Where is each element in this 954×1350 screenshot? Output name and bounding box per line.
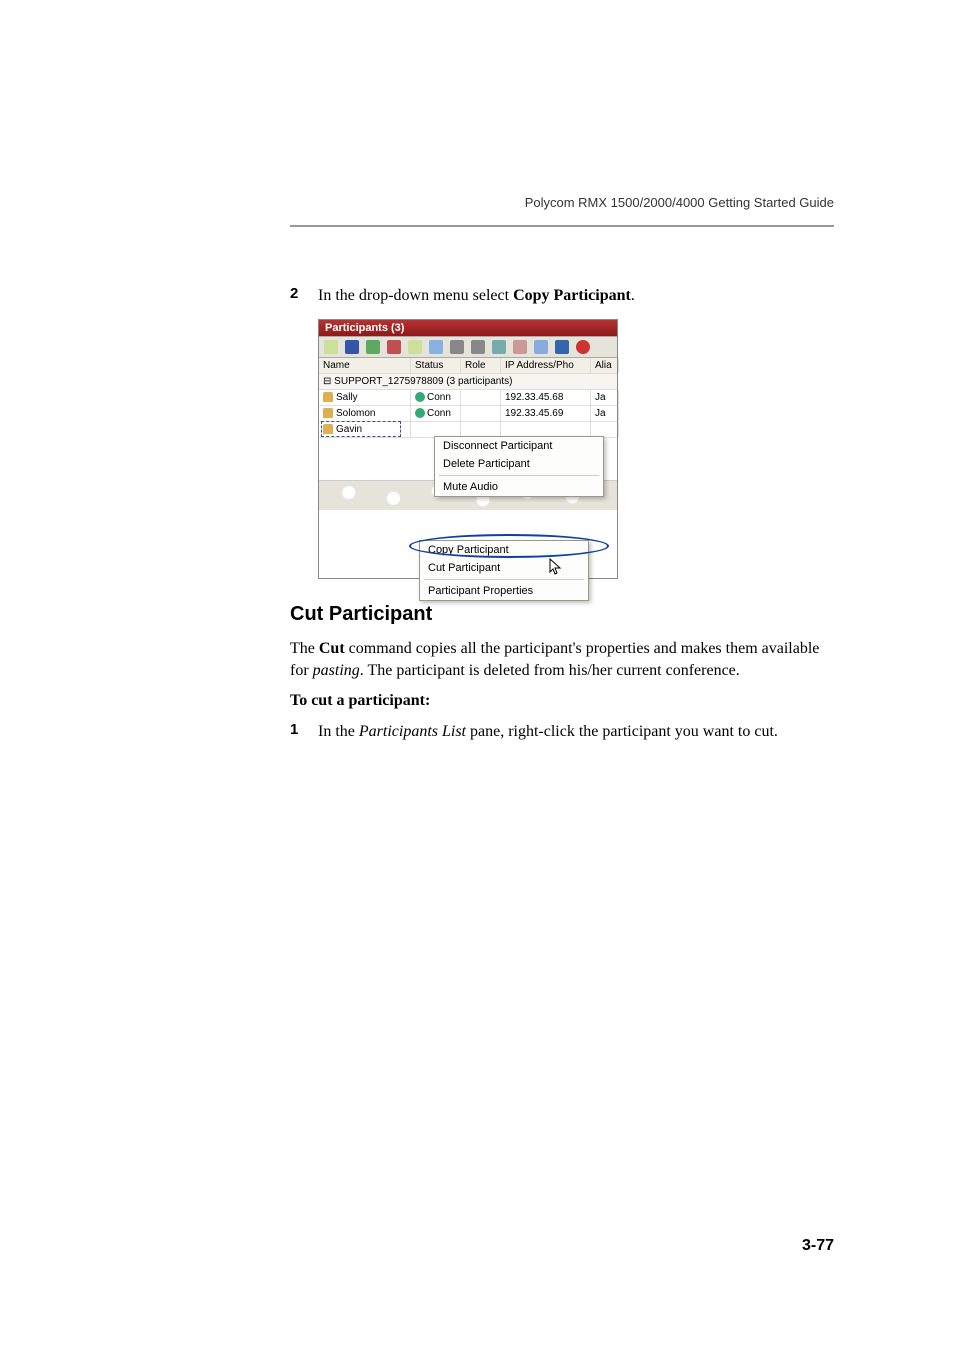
step-text-bold: Copy Participant bbox=[513, 287, 631, 304]
table-row: Sally Conn 192.33.45.68 Ja bbox=[319, 390, 617, 406]
layout-icon bbox=[555, 340, 569, 354]
col-alias: Alia bbox=[591, 358, 619, 373]
header-rule bbox=[290, 225, 834, 227]
mic-icon bbox=[534, 340, 548, 354]
connect-icon bbox=[366, 340, 380, 354]
menu-participant-properties[interactable]: Participant Properties bbox=[420, 582, 588, 600]
p1-bold: Cut bbox=[319, 640, 345, 657]
p1-post: . The participant is deleted from his/he… bbox=[360, 662, 740, 679]
row-status bbox=[411, 422, 461, 437]
row-name: Sally bbox=[336, 392, 358, 403]
s1-italic: Participants List bbox=[359, 723, 466, 740]
col-name: Name bbox=[319, 358, 411, 373]
step-number: 1 bbox=[290, 721, 318, 738]
row-alias: Ja bbox=[591, 406, 619, 421]
col-ip: IP Address/Pho bbox=[501, 358, 591, 373]
step-text-pre: In the drop-down menu select bbox=[318, 287, 513, 304]
step-text-post: . bbox=[631, 287, 635, 304]
row-name: Solomon bbox=[336, 408, 375, 419]
participants-pane-screenshot: Participants (3) Name Status Role bbox=[318, 319, 618, 579]
page-number: 3-77 bbox=[802, 1237, 834, 1255]
menu-copy-participant[interactable]: Copy Participant bbox=[420, 541, 588, 559]
camera-off-icon bbox=[471, 340, 485, 354]
row-ip: 192.33.45.69 bbox=[501, 406, 591, 421]
menu-delete[interactable]: Delete Participant bbox=[435, 455, 603, 473]
s1-pre: In the bbox=[318, 723, 359, 740]
disconnect-icon bbox=[387, 340, 401, 354]
column-headers: Name Status Role IP Address/Pho Alia bbox=[319, 358, 617, 374]
list-icon bbox=[345, 340, 359, 354]
row-alias bbox=[591, 422, 619, 437]
running-header: Polycom RMX 1500/2000/4000 Getting Start… bbox=[525, 195, 834, 210]
menu-disconnect[interactable]: Disconnect Participant bbox=[435, 437, 603, 455]
pane-title: Participants (3) bbox=[319, 320, 617, 336]
participant-icon bbox=[323, 408, 333, 418]
participant-icon bbox=[323, 392, 333, 402]
record-icon bbox=[576, 340, 590, 354]
p1-pre: The bbox=[290, 640, 319, 657]
body-paragraph: The Cut command copies all the participa… bbox=[290, 638, 834, 683]
procedure-lead-in: To cut a participant: bbox=[290, 690, 834, 712]
row-status: Conn bbox=[427, 408, 451, 419]
step-text: In the drop-down menu select Copy Partic… bbox=[318, 285, 635, 307]
menu-cut-participant[interactable]: Cut Participant bbox=[420, 559, 588, 577]
context-menu-lower: Copy Participant Cut Participant Partici… bbox=[419, 540, 589, 601]
row-role bbox=[461, 390, 501, 405]
table-row: Solomon Conn 192.33.45.69 Ja bbox=[319, 406, 617, 422]
status-icon bbox=[415, 408, 425, 418]
speaker-off-icon bbox=[513, 340, 527, 354]
participant-icon bbox=[323, 424, 333, 434]
group-row: ⊟ SUPPORT_1275978809 (3 participants) bbox=[319, 374, 617, 390]
add-participant-icon bbox=[324, 340, 338, 354]
s1-post: pane, right-click the participant you wa… bbox=[466, 723, 778, 740]
step-1: 1 In the Participants List pane, right-c… bbox=[290, 721, 834, 743]
step-text: In the Participants List pane, right-cli… bbox=[318, 721, 778, 743]
row-role bbox=[461, 422, 501, 437]
row-alias: Ja bbox=[591, 390, 619, 405]
row-ip: 192.33.45.68 bbox=[501, 390, 591, 405]
group-label: SUPPORT_1275978809 (3 participants) bbox=[334, 376, 512, 387]
step-2: 2 In the drop-down menu select Copy Part… bbox=[290, 285, 834, 307]
col-status: Status bbox=[411, 358, 461, 373]
row-status: Conn bbox=[427, 392, 451, 403]
col-role: Role bbox=[461, 358, 501, 373]
speaker-on-icon bbox=[492, 340, 506, 354]
row-role bbox=[461, 406, 501, 421]
person-icon bbox=[408, 340, 422, 354]
row-ip bbox=[501, 422, 591, 437]
step-number: 2 bbox=[290, 285, 318, 302]
context-menu-upper: Disconnect Participant Delete Participan… bbox=[434, 436, 604, 497]
menu-separator bbox=[439, 475, 599, 476]
person2-icon bbox=[429, 340, 443, 354]
menu-separator bbox=[424, 579, 584, 580]
camera-on-icon bbox=[450, 340, 464, 354]
section-heading: Cut Participant bbox=[290, 603, 834, 626]
row-name: Gavin bbox=[336, 424, 362, 435]
menu-mute[interactable]: Mute Audio bbox=[435, 478, 603, 496]
pane-toolbar bbox=[319, 336, 617, 358]
status-icon bbox=[415, 392, 425, 402]
p1-italic: pasting bbox=[313, 662, 360, 679]
